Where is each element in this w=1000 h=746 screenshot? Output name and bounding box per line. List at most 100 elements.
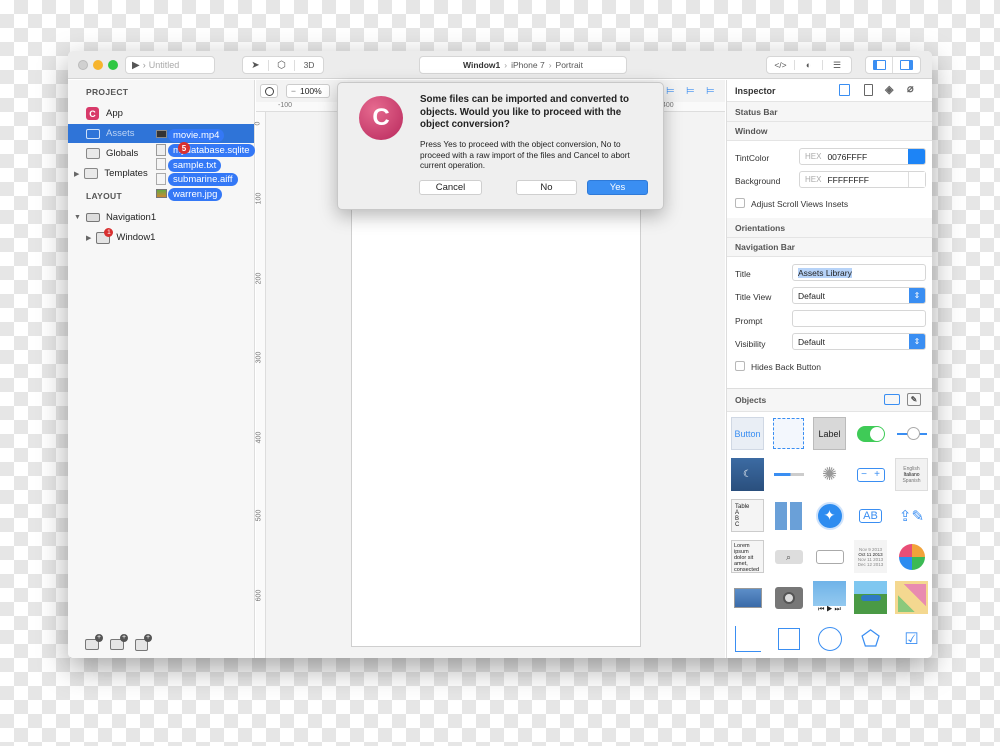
list-icon[interactable]: ☰ xyxy=(823,60,851,71)
object-view[interactable] xyxy=(772,417,805,450)
layout-item-window[interactable]: ▶ 1 Window1 xyxy=(68,227,254,247)
layers-icon[interactable]: ◈ xyxy=(885,83,893,96)
add-folder-button[interactable]: + xyxy=(85,634,103,650)
play-icon[interactable]: ▶ xyxy=(132,60,140,71)
code-icon[interactable]: </> xyxy=(767,60,795,70)
hides-back-checkbox[interactable] xyxy=(735,361,745,371)
video-file-icon xyxy=(156,130,167,138)
prompt-field[interactable] xyxy=(792,310,926,327)
object-collection[interactable] xyxy=(772,499,805,532)
object-table[interactable]: Table A B C xyxy=(731,499,764,532)
object-slider[interactable] xyxy=(895,417,928,450)
breadcrumb-window[interactable]: Window1 xyxy=(463,60,500,70)
object-picker[interactable]: English Italiano Spanish xyxy=(895,458,928,491)
object-checklist[interactable]: ☑ xyxy=(895,622,928,655)
tint-color-field[interactable]: HEX 0076FFFF xyxy=(799,148,926,165)
visibility-select[interactable]: Default ⇕ xyxy=(792,333,926,350)
object-label-item[interactable]: Label xyxy=(813,417,846,450)
object-search[interactable]: ⌕ xyxy=(772,540,805,573)
sidebar-item-app[interactable]: C App xyxy=(68,104,254,123)
toggle-icon[interactable]: ◐ xyxy=(795,60,823,70)
zoom-control[interactable]: − 100% xyxy=(286,84,330,98)
breadcrumb-device[interactable]: iPhone 7 xyxy=(511,60,545,70)
add-asset-button[interactable]: + xyxy=(110,634,128,650)
title-field[interactable]: Assets Library xyxy=(792,264,926,281)
add-component-button[interactable]: + xyxy=(135,634,152,651)
background-color-value: FFFFFFFF xyxy=(827,174,869,185)
object-web-view[interactable]: ✦ xyxy=(813,499,846,532)
breadcrumb-orientation[interactable]: Portrait xyxy=(556,60,583,70)
title-view-label: Title View xyxy=(735,292,772,302)
cube-icon[interactable]: ⬡ xyxy=(269,59,295,71)
background-color-swatch[interactable] xyxy=(908,172,925,187)
disclosure-triangle-icon[interactable]: ▶ xyxy=(74,170,79,178)
distribute-icon[interactable]: ⊨ xyxy=(706,86,715,97)
object-text-view[interactable]: Lorem ipsum dolor sit amet, consected xyxy=(731,540,764,573)
zoom-fit-button[interactable] xyxy=(260,84,278,98)
align-center-icon[interactable]: ⊨ xyxy=(666,86,675,97)
attributes-icon[interactable] xyxy=(839,84,850,96)
run-control[interactable]: ▶ › Untitled xyxy=(125,56,215,74)
device-frame[interactable] xyxy=(351,145,641,647)
object-map[interactable] xyxy=(895,581,928,614)
object-camera[interactable] xyxy=(772,581,805,614)
zoom-out-icon[interactable]: − xyxy=(291,86,296,96)
wrench-icon[interactable]: ✎ xyxy=(907,393,921,406)
paperclip-icon[interactable]: ⌀ xyxy=(907,82,914,95)
yes-button[interactable]: Yes xyxy=(587,180,648,195)
disclosure-triangle-icon[interactable]: ▶ xyxy=(86,234,91,242)
window-close-button[interactable] xyxy=(78,60,88,70)
object-segmented[interactable]: AB xyxy=(854,499,887,532)
object-rectangle[interactable] xyxy=(772,622,805,655)
object-video-player[interactable]: ⏮ ▶ ⏭ xyxy=(813,581,846,614)
object-progress[interactable] xyxy=(772,458,805,491)
object-page-view[interactable] xyxy=(731,581,764,614)
line-shape-icon xyxy=(734,625,761,652)
adjust-scroll-checkbox[interactable] xyxy=(735,198,745,208)
paper-plane-icon[interactable]: ➤ xyxy=(243,59,269,71)
object-bar-buttons[interactable]: ⇪✎ xyxy=(895,499,928,532)
status-bar-section[interactable]: Status Bar xyxy=(727,102,932,122)
sidebar-item-label: Templates xyxy=(104,168,148,179)
window-section[interactable]: Window xyxy=(727,122,932,141)
align-right-icon[interactable]: ⊨ xyxy=(686,86,695,97)
right-panel-icon[interactable] xyxy=(893,57,920,73)
tint-color-swatch[interactable] xyxy=(908,149,925,164)
cancel-button[interactable]: Cancel xyxy=(419,180,482,195)
object-line[interactable] xyxy=(731,622,764,655)
layout-item-navigation[interactable]: ▼ Navigation1 xyxy=(68,208,254,227)
object-activity[interactable]: ✺ xyxy=(813,458,846,491)
object-polygon[interactable]: ⬠ xyxy=(854,622,887,655)
object-image-view[interactable]: ☾ xyxy=(731,458,764,491)
prompt-label: Prompt xyxy=(735,316,763,326)
title-view-select[interactable]: Default ⇕ xyxy=(792,287,926,304)
window-minimize-button[interactable] xyxy=(93,60,103,70)
window-zoom-button[interactable] xyxy=(108,60,118,70)
object-stepper[interactable]: − + xyxy=(854,458,887,491)
left-panel-icon[interactable] xyxy=(866,57,894,73)
no-button[interactable]: No xyxy=(516,180,577,195)
slider-icon xyxy=(896,426,927,440)
navigation-bar-section[interactable]: Navigation Bar xyxy=(727,238,932,257)
object-button[interactable]: Button xyxy=(731,417,764,450)
object-oval[interactable] xyxy=(813,622,846,655)
object-scene[interactable] xyxy=(854,581,887,614)
object-switch[interactable] xyxy=(854,417,887,450)
object-chart[interactable] xyxy=(895,540,928,573)
import-dialog: C Some files can be imported and convert… xyxy=(337,82,664,210)
oval-shape-icon xyxy=(817,626,842,651)
object-text-field[interactable] xyxy=(813,540,846,573)
objects-library-icon[interactable] xyxy=(884,394,900,405)
folder-icon xyxy=(84,168,99,179)
date-line: Dec 12 2013 xyxy=(857,561,884,567)
chevron-right-icon: › xyxy=(504,60,508,70)
orientations-section[interactable]: Orientations xyxy=(727,218,932,238)
disclosure-open-icon[interactable]: ▼ xyxy=(74,214,81,221)
view-3d-button[interactable]: 3D xyxy=(295,60,323,70)
ruler-icon[interactable] xyxy=(864,84,873,96)
sidebar-item-label: Globals xyxy=(106,148,139,159)
objects-header: Objects ✎ xyxy=(727,388,932,412)
progress-icon xyxy=(773,473,804,476)
object-date-picker[interactable]: Nov 9 2013 Oct 11 2013 Nov 11 2013 Dec 1… xyxy=(854,540,887,573)
background-color-field[interactable]: HEX FFFFFFFF xyxy=(799,171,926,188)
